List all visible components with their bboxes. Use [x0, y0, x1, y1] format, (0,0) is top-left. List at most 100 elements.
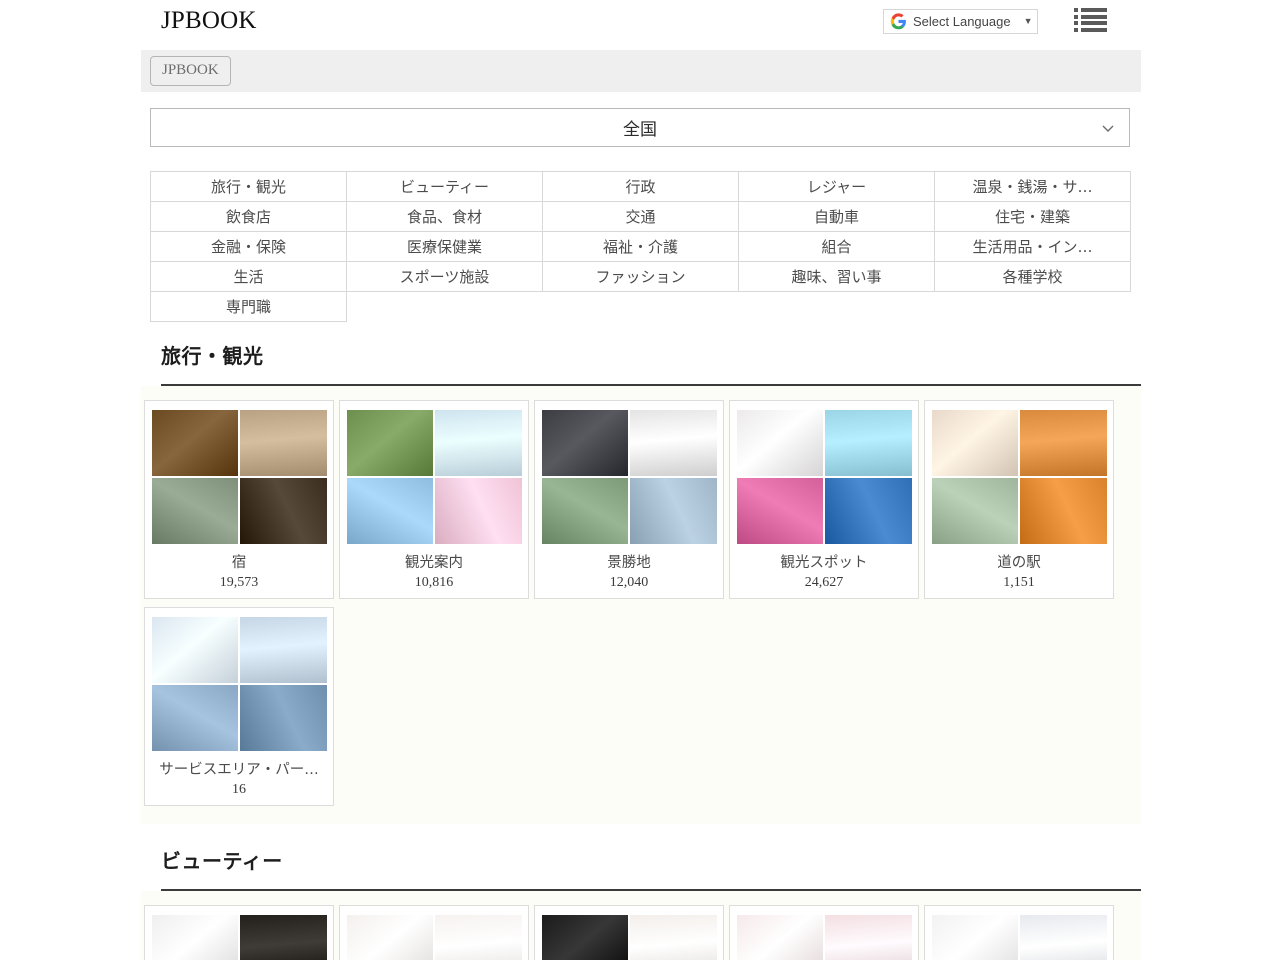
category-cell[interactable]: レジャー [738, 171, 935, 202]
thumbnail-tile [736, 478, 823, 544]
menu-bar [1081, 14, 1107, 19]
thumbnail-tile [240, 478, 327, 544]
thumbnail-tile [240, 617, 327, 683]
card-label: 宿 [231, 555, 247, 571]
category-cell[interactable]: ファッション [542, 261, 739, 292]
menu-row [1074, 14, 1107, 19]
card-grid-beauty [141, 901, 1141, 960]
card-label: 観光スポット [780, 555, 868, 571]
thumbnail-tile [541, 478, 628, 544]
thumbnail-tile [825, 410, 912, 476]
menu-bar [1081, 21, 1107, 26]
card-thumbnail [931, 915, 1107, 960]
category-cell[interactable]: 組合 [738, 231, 935, 262]
category-cell[interactable]: 自動車 [738, 201, 935, 232]
section-travel-body: 宿 19,573 観光案内 10,816 景勝地 12,040 観光スポット 24,627 道の… [141, 386, 1141, 824]
category-card[interactable]: 観光スポット 24,627 [729, 400, 919, 599]
card-count: 1,151 [1003, 575, 1035, 590]
category-card[interactable]: 宿 19,573 [144, 400, 334, 599]
thumbnail-tile [1020, 410, 1107, 476]
card-count: 24,627 [804, 575, 844, 590]
category-cell[interactable]: 食品、食材 [346, 201, 543, 232]
category-cell[interactable]: 交通 [542, 201, 739, 232]
menu-row [1074, 27, 1107, 32]
card-thumbnail [346, 915, 522, 960]
category-cell[interactable]: 行政 [542, 171, 739, 202]
section-beauty-header: ビューティー [141, 845, 1141, 891]
card-thumbnail [541, 410, 717, 544]
category-cell[interactable]: 福祉・介護 [542, 231, 739, 262]
card-label: 観光案内 [405, 555, 463, 571]
site-logo[interactable]: JPBOOK [161, 7, 257, 35]
category-card[interactable]: 道の駅 1,151 [924, 400, 1114, 599]
thumbnail-tile [346, 478, 433, 544]
thumbnail-tile [151, 617, 238, 683]
list-menu-icon[interactable] [1074, 6, 1107, 34]
category-row: 飲食店 食品、食材 交通 自動車 住宅・建築 [150, 201, 1131, 232]
card-label: 景勝地 [607, 555, 651, 571]
card-thumbnail [151, 617, 327, 751]
section-beauty-body [141, 891, 1141, 960]
category-cell[interactable]: 住宅・建築 [934, 201, 1131, 232]
thumbnail-tile [346, 915, 433, 960]
category-cell[interactable]: 金融・保険 [150, 231, 347, 262]
section-beauty: ビューティー [141, 845, 1141, 960]
category-card[interactable] [729, 905, 919, 960]
thumbnail-tile [435, 410, 522, 476]
thumbnail-tile [151, 685, 238, 751]
thumbnail-tile [151, 915, 238, 960]
thumbnail-tile [346, 410, 433, 476]
category-row: 生活 スポーツ施設 ファッション 趣味、習い事 各種学校 [150, 261, 1131, 292]
category-cell[interactable]: ビューティー [346, 171, 543, 202]
category-card[interactable]: サービスエリア・パー… 16 [144, 607, 334, 806]
menu-square [1074, 21, 1078, 26]
breadcrumb-item-jpbook[interactable]: JPBOOK [150, 56, 231, 86]
section-travel-header: 旅行・観光 [141, 340, 1141, 386]
page-root: JPBOOK Select Language ▼ JPBOOK 全国 旅行・観光… [0, 0, 1280, 960]
menu-square [1074, 14, 1078, 19]
card-count: 12,040 [609, 575, 649, 590]
category-table: 旅行・観光 ビューティー 行政 レジャー 温泉・銭湯・サ… 飲食店 食品、食材 交通 自動車 住宅… [150, 171, 1131, 322]
category-row: 金融・保険 医療保健業 福祉・介護 組合 生活用品・イン… [150, 231, 1131, 262]
category-card[interactable] [144, 905, 334, 960]
category-cell[interactable]: 温泉・銭湯・サ… [934, 171, 1131, 202]
category-card[interactable]: 観光案内 10,816 [339, 400, 529, 599]
chevron-down-icon[interactable]: ▼ [1024, 17, 1033, 26]
category-cell[interactable]: 専門職 [150, 291, 347, 322]
thumbnail-tile [931, 410, 1018, 476]
google-translate-widget[interactable]: Select Language ▼ [883, 9, 1038, 34]
category-table-body: 旅行・観光 ビューティー 行政 レジャー 温泉・銭湯・サ… 飲食店 食品、食材 交通 自動車 住宅… [150, 171, 1131, 322]
category-cell[interactable]: 各種学校 [934, 261, 1131, 292]
category-cell[interactable]: 生活 [150, 261, 347, 292]
category-card[interactable]: 景勝地 12,040 [534, 400, 724, 599]
category-cell[interactable]: 旅行・観光 [150, 171, 347, 202]
card-thumbnail [931, 410, 1107, 544]
section-travel: 旅行・観光 宿 19,573 観光案内 10,816 景勝地 12,040 観光スポット 24… [141, 340, 1141, 824]
category-row: 専門職 [150, 291, 1131, 322]
card-thumbnail [151, 410, 327, 544]
category-cell[interactable]: 医療保健業 [346, 231, 543, 262]
section-title: ビューティー [161, 849, 283, 873]
thumbnail-tile [541, 410, 628, 476]
category-cell[interactable]: 生活用品・イン… [934, 231, 1131, 262]
card-thumbnail [736, 410, 912, 544]
region-select[interactable]: 全国 [150, 108, 1130, 147]
category-card[interactable] [534, 905, 724, 960]
category-cell[interactable]: 飲食店 [150, 201, 347, 232]
region-select-value: 全国 [623, 120, 657, 140]
thumbnail-tile [240, 685, 327, 751]
card-thumbnail [151, 915, 327, 960]
category-cell-empty [739, 292, 935, 322]
card-thumbnail [736, 915, 912, 960]
category-card[interactable] [924, 905, 1114, 960]
thumbnail-tile [435, 915, 522, 960]
google-g-icon [890, 13, 907, 30]
menu-row [1074, 21, 1107, 26]
category-cell[interactable]: 趣味、習い事 [738, 261, 935, 292]
category-card[interactable] [339, 905, 529, 960]
card-label: 道の駅 [997, 555, 1041, 571]
card-count: 16 [232, 782, 246, 797]
menu-bar [1081, 27, 1107, 32]
category-cell[interactable]: スポーツ施設 [346, 261, 543, 292]
breadcrumb: JPBOOK [141, 50, 1141, 92]
